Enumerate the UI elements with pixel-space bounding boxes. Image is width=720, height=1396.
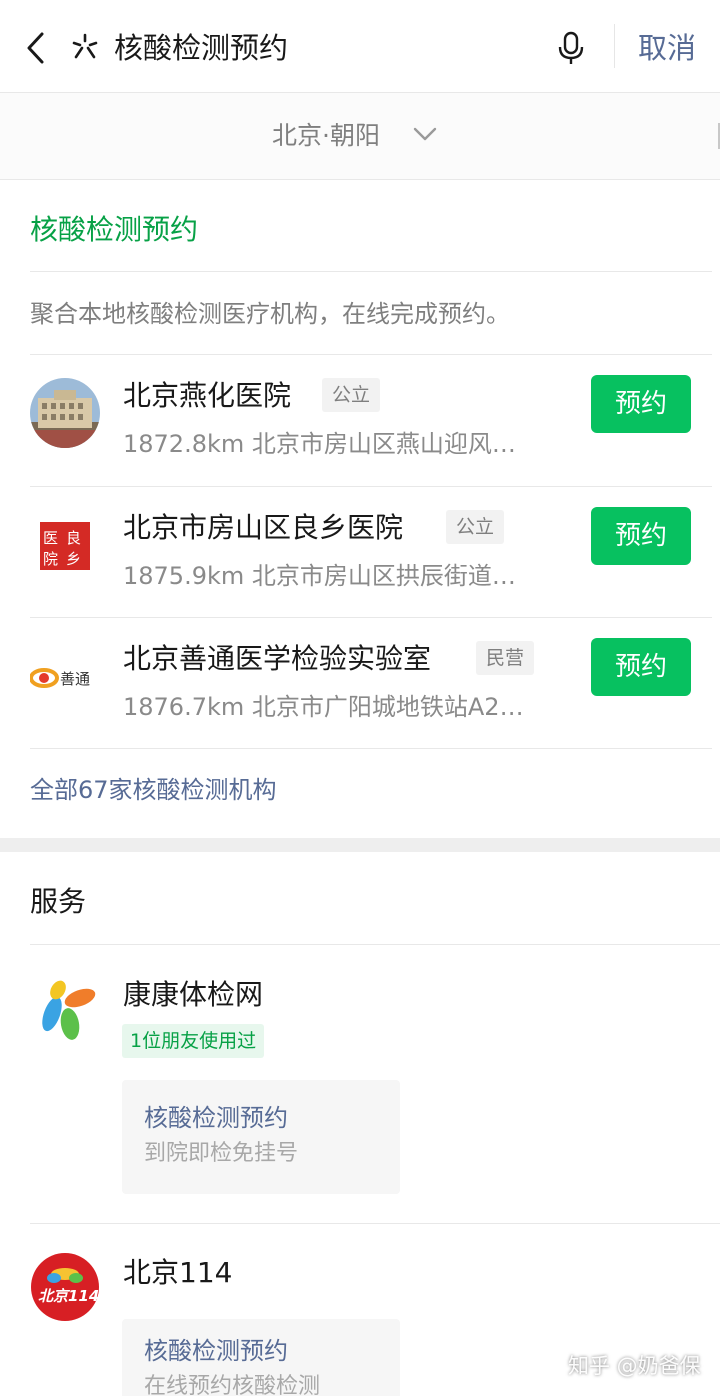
cancel-button[interactable]: 取消 — [638, 26, 696, 70]
kangkang-logo — [42, 980, 96, 1040]
svg-text:乡: 乡 — [66, 550, 81, 568]
hospital-name: 北京市房山区良乡医院 — [123, 511, 404, 544]
section-gap — [0, 838, 720, 852]
service-card[interactable]: 核酸检测预约 在线预约核酸检测 — [122, 1319, 400, 1396]
svg-text:医: 医 — [43, 529, 58, 547]
divider — [30, 617, 712, 618]
hospital-seal-logo: 医 良 院 乡 — [30, 510, 100, 580]
search-function-icon — [72, 33, 98, 59]
divider — [30, 748, 712, 749]
back-arrow-icon[interactable] — [22, 30, 52, 66]
location-label: 北京·朝阳 — [272, 121, 380, 150]
hospital-name: 北京善通医学检验实验室 — [123, 642, 432, 675]
all-institutions-link[interactable]: 全部67家核酸检测机构 — [30, 770, 277, 810]
service-card-subtitle: 到院即检免挂号 — [144, 1141, 299, 1166]
service-name: 北京114 — [123, 1256, 233, 1289]
watermark: 知乎 @奶爸保 — [568, 1354, 701, 1378]
hospital-distance-address: 1875.9km 北京市房山区拱辰街道… — [123, 562, 516, 590]
chevron-down-icon — [413, 127, 437, 141]
hospital-type-badge: 公立 — [322, 378, 381, 412]
svg-text:良: 良 — [66, 529, 81, 547]
hospital-type-badge: 公立 — [446, 510, 505, 544]
service-card-subtitle: 在线预约核酸检测 — [144, 1374, 321, 1396]
divider — [30, 354, 712, 355]
hospital-photo — [30, 378, 100, 448]
search-bar: 核酸检测预约 取消 — [0, 0, 720, 92]
book-button[interactable]: 预约 — [591, 375, 691, 433]
card-description: 聚合本地核酸检测医疗机构，在线完成预约。 — [30, 300, 510, 328]
svg-text:北京114: 北京114 — [38, 1287, 99, 1305]
divider — [0, 179, 720, 180]
service-item[interactable]: 康康体检网 1位朋友使用过 核酸检测预约 到院即检免挂号 — [0, 946, 720, 1222]
location-selector[interactable]: 北京·朝阳 — [0, 93, 720, 179]
friends-used-badge: 1位朋友使用过 — [122, 1024, 265, 1058]
book-button[interactable]: 预约 — [591, 507, 691, 565]
divider — [30, 944, 720, 945]
divider — [614, 24, 615, 68]
divider — [30, 486, 712, 487]
divider — [30, 271, 712, 272]
hospital-name: 北京燕化医院 — [123, 379, 292, 412]
service-card[interactable]: 核酸检测预约 到院即检免挂号 — [122, 1080, 400, 1194]
hospital-type-badge: 民营 — [476, 641, 535, 675]
hospital-distance-address: 1872.8km 北京市房山区燕山迎风… — [123, 430, 516, 458]
card-title[interactable]: 核酸检测预约 — [30, 208, 198, 252]
divider — [30, 1223, 720, 1224]
svg-text:善通: 善通 — [60, 670, 90, 688]
svg-text:院: 院 — [43, 550, 58, 568]
service-card-title: 核酸检测预约 — [144, 1337, 288, 1365]
services-header: 服务 — [30, 885, 87, 918]
lab-logo: 善通 — [30, 641, 100, 711]
beijing114-logo: 北京114 — [31, 1253, 99, 1321]
hospital-distance-address: 1876.7km 北京市广阳城地铁站A2… — [123, 693, 524, 721]
service-card-title: 核酸检测预约 — [144, 1104, 288, 1132]
microphone-icon[interactable] — [556, 30, 586, 66]
hospital-item[interactable]: 北京燕化医院 公立 1872.8km 北京市房山区燕山迎风… 预约 — [0, 356, 720, 486]
hospital-item[interactable]: 善通 北京善通医学检验实验室 民营 1876.7km 北京市广阳城地铁站A2… … — [0, 619, 720, 749]
service-name: 康康体检网 — [123, 978, 264, 1011]
hospital-item[interactable]: 医 良 院 乡 北京市房山区良乡医院 公立 1875.9km 北京市房山区拱辰街… — [0, 488, 720, 618]
book-button[interactable]: 预约 — [591, 638, 691, 696]
search-input[interactable]: 核酸检测预约 — [114, 26, 288, 70]
